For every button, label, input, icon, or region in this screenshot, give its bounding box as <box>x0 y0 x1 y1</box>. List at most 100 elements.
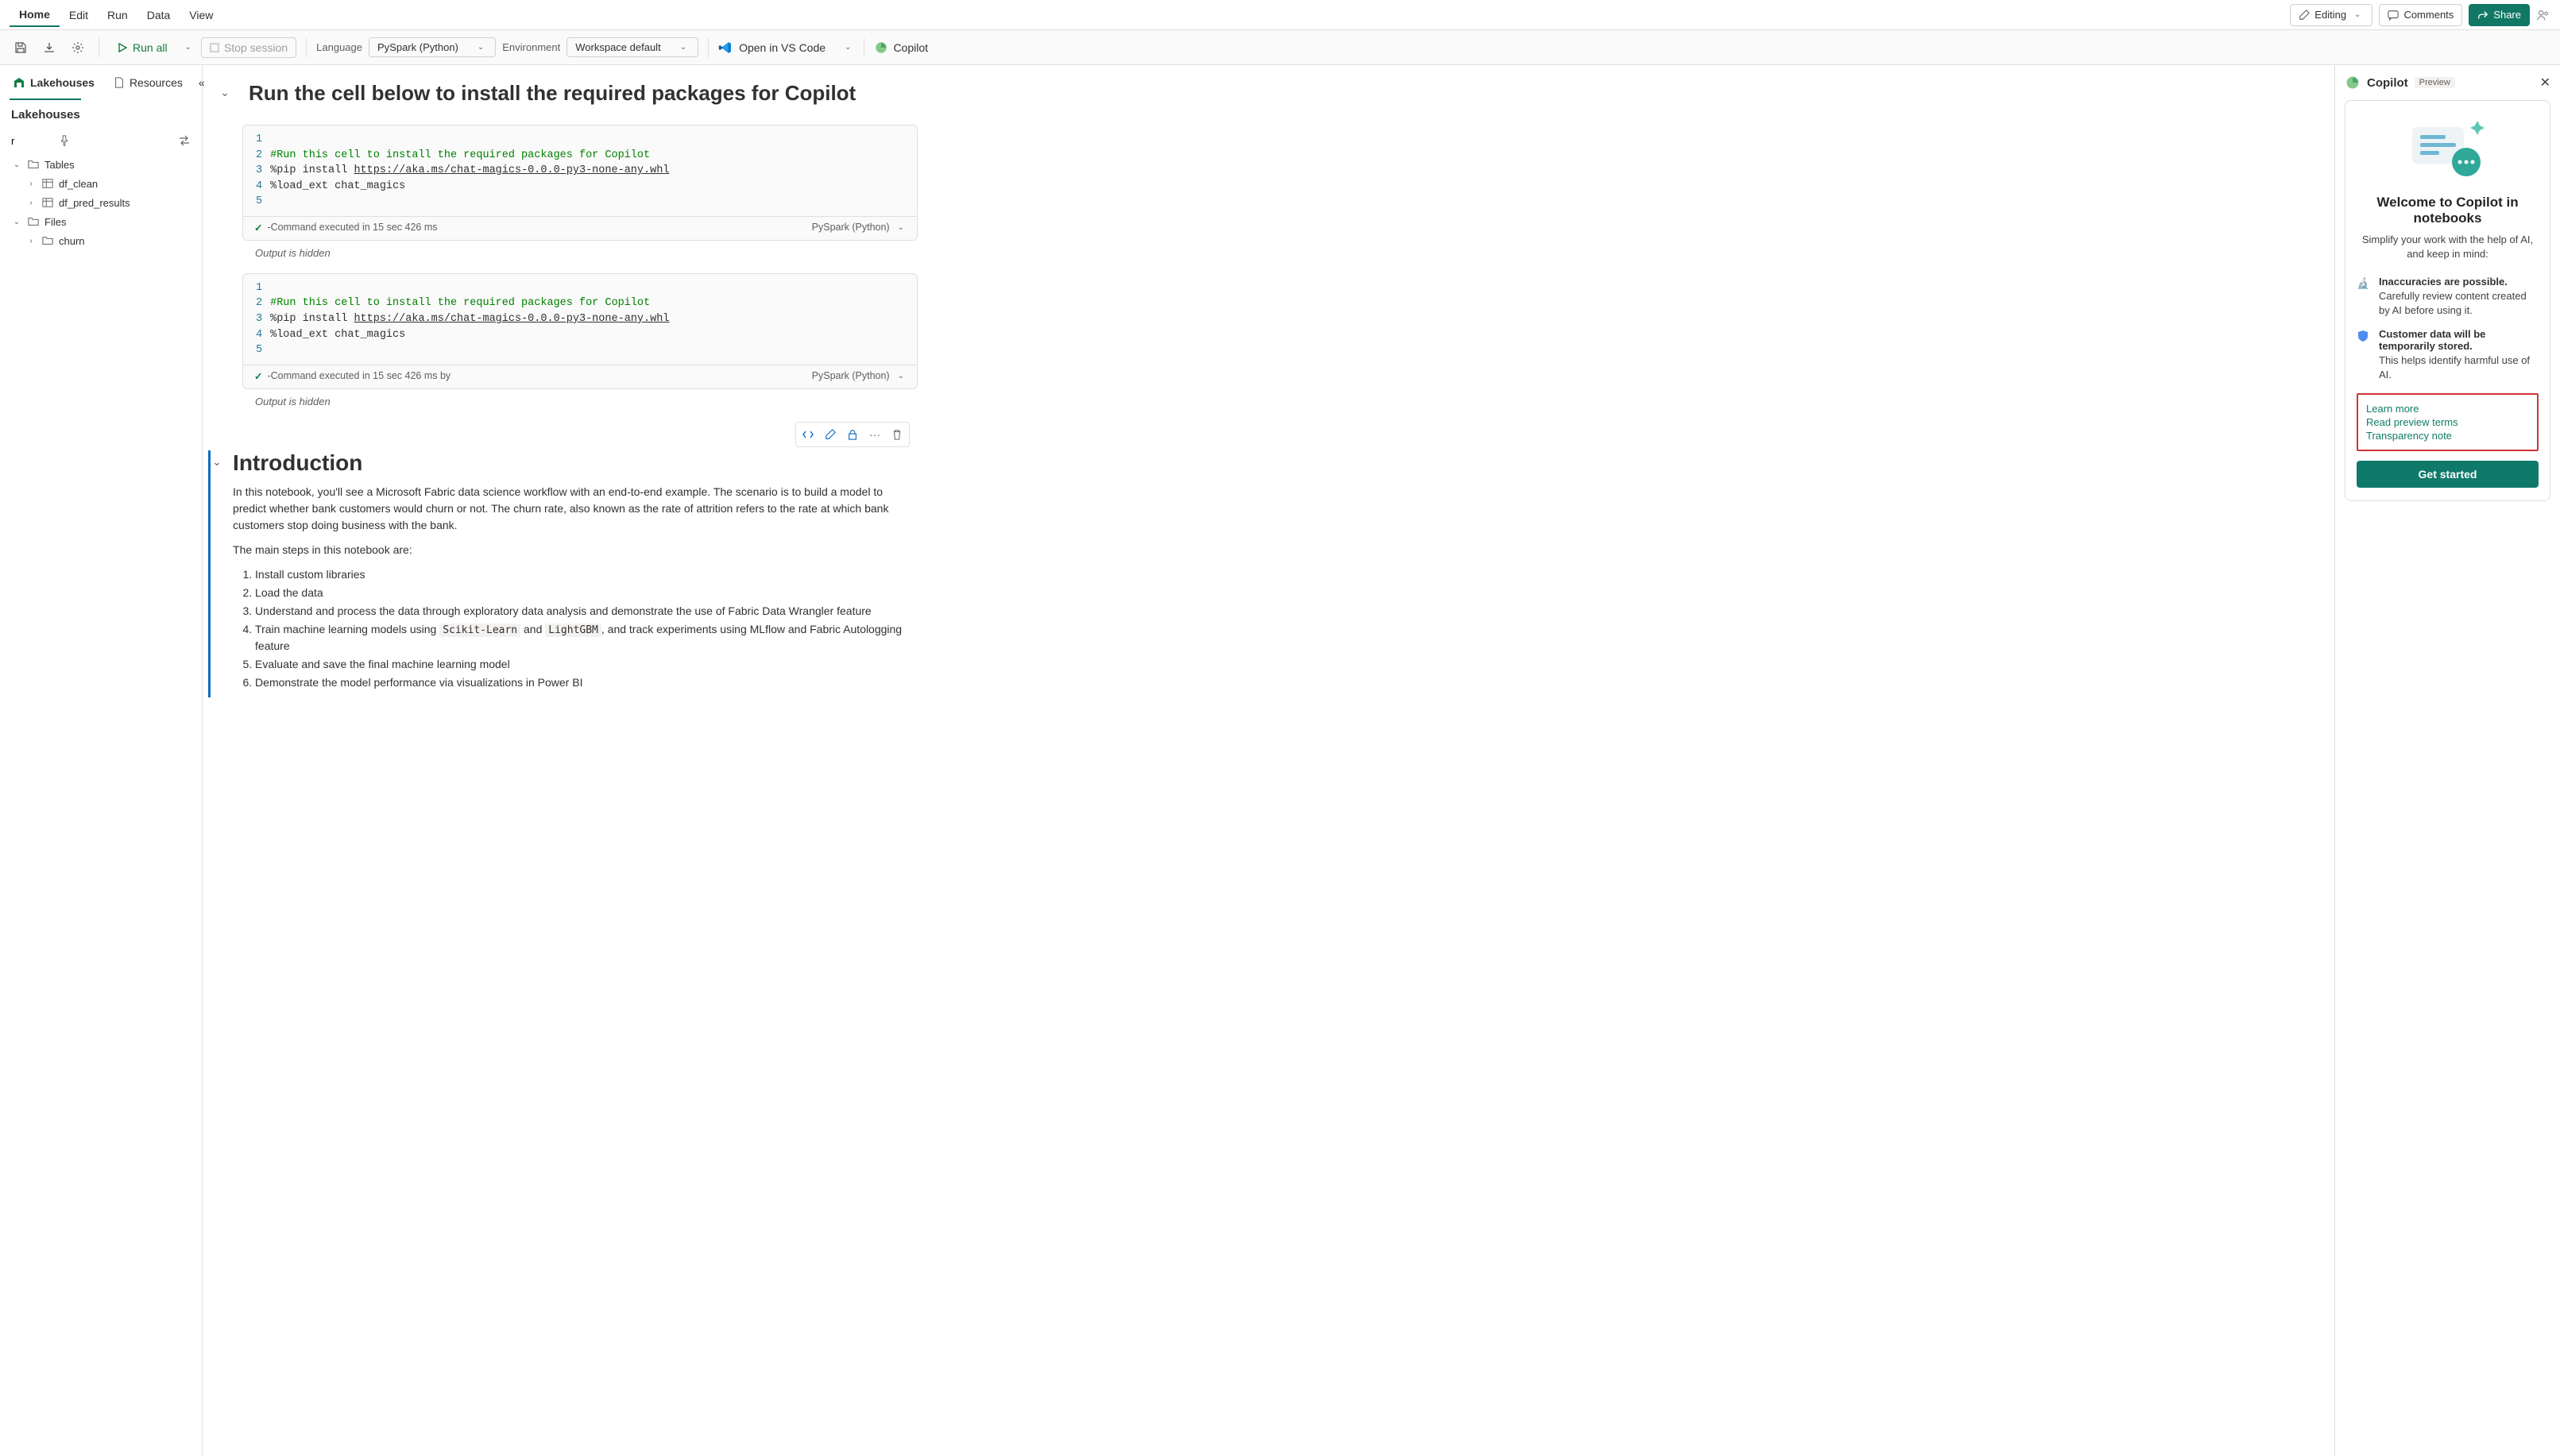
transparency-note-link[interactable]: Transparency note <box>2366 430 2529 442</box>
tree-churn[interactable]: › churn <box>6 231 195 250</box>
list-item: Demonstrate the model performance via vi… <box>255 674 918 691</box>
chevron-down-icon[interactable]: ⌄ <box>895 223 907 232</box>
folder-icon <box>27 158 40 171</box>
check-icon: ✓ <box>254 370 262 382</box>
copilot-welcome-title: Welcome to Copilot in notebooks <box>2357 195 2539 226</box>
expand-icon: ⌄ <box>11 218 22 226</box>
chevron-down-icon[interactable]: ⌄ <box>895 372 907 380</box>
delete-cell-button[interactable] <box>887 424 907 445</box>
copilot-illustration <box>2357 114 2539 185</box>
table-icon <box>41 177 54 190</box>
intro-paragraph: In this notebook, you'll see a Microsoft… <box>233 484 918 534</box>
comments-label: Comments <box>2403 9 2454 21</box>
language-value: PySpark (Python) <box>377 41 458 53</box>
sidebar-tab-resources[interactable]: Resources <box>110 71 186 94</box>
cell-language[interactable]: PySpark (Python) <box>812 222 890 233</box>
comments-button[interactable]: Comments <box>2379 4 2462 26</box>
get-started-button[interactable]: Get started <box>2357 461 2539 488</box>
list-item: Train machine learning models using Scik… <box>255 621 918 655</box>
warning-icon: 🔬 <box>2357 276 2371 317</box>
stop-session-button[interactable]: Stop session <box>201 37 296 58</box>
markdown-cell[interactable]: Introduction In this notebook, you'll se… <box>233 450 918 698</box>
item-body: Carefully review content created by AI b… <box>2379 290 2527 316</box>
check-icon: ✓ <box>254 222 262 234</box>
md-heading: Run the cell below to install the requir… <box>249 81 856 106</box>
download-button[interactable] <box>38 37 60 59</box>
tree-label: df_clean <box>59 178 98 190</box>
status-text: -Command executed in 15 sec 426 ms by <box>267 370 451 381</box>
learn-more-link[interactable]: Learn more <box>2366 403 2529 415</box>
code-content[interactable]: #Run this cell to install the required p… <box>270 132 669 210</box>
copilot-toolbar-button[interactable]: Copilot <box>874 41 928 55</box>
more-cell-button[interactable]: ··· <box>864 424 885 445</box>
line-gutter: 12345 <box>243 280 270 358</box>
open-vscode-button[interactable]: Open in VS Code ⌄ <box>718 41 854 55</box>
collapse-cell-button[interactable]: ⌄ <box>220 86 230 110</box>
language-label: Language <box>316 41 362 53</box>
editing-mode-button[interactable]: Editing ⌄ <box>2290 4 2372 26</box>
menu-edit[interactable]: Edit <box>60 4 98 26</box>
close-copilot-button[interactable]: ✕ <box>2540 75 2550 91</box>
play-icon <box>117 42 128 53</box>
share-button[interactable]: Share <box>2469 4 2530 26</box>
settings-button[interactable] <box>67 37 89 59</box>
code-cell[interactable]: 12345 #Run this cell to install the requ… <box>242 125 918 241</box>
sidebar-title: Lakehouses <box>0 100 202 129</box>
copilot-title: Copilot <box>2367 76 2408 90</box>
pin-icon[interactable] <box>59 135 70 146</box>
share-icon <box>2477 10 2488 21</box>
preview-terms-link[interactable]: Read preview terms <box>2366 416 2529 428</box>
code-cell[interactable]: 12345 #Run this cell to install the requ… <box>242 273 918 389</box>
environment-select[interactable]: Workspace default ⌄ <box>567 37 698 57</box>
share-label: Share <box>2493 9 2521 21</box>
edit-cell-button[interactable] <box>820 424 841 445</box>
language-select[interactable]: PySpark (Python) ⌄ <box>369 37 496 57</box>
presence-button[interactable] <box>2536 8 2550 22</box>
stop-label: Stop session <box>224 41 288 54</box>
expand-icon: › <box>25 237 37 245</box>
copilot-subtitle: Simplify your work with the help of AI, … <box>2357 233 2539 261</box>
list-item: Install custom libraries <box>255 566 918 583</box>
collapse-cell-button[interactable]: ⌄ <box>212 455 222 698</box>
menu-run[interactable]: Run <box>98 4 137 26</box>
lakehouse-icon <box>13 76 25 89</box>
tab-label: Lakehouses <box>30 76 95 89</box>
status-text: -Command executed in 15 sec 426 ms <box>267 222 437 233</box>
sidebar-filter-input[interactable] <box>11 135 51 147</box>
menu-view[interactable]: View <box>180 4 222 26</box>
intro-heading: Introduction <box>233 450 918 476</box>
vscode-label: Open in VS Code <box>739 41 826 54</box>
copilot-panel: Copilot Preview ✕ Welcome to Copilot in … <box>2334 65 2560 1456</box>
code-toggle-button[interactable] <box>798 424 818 445</box>
copilot-label: Copilot <box>893 41 928 54</box>
item-title: Customer data will be temporarily stored… <box>2379 328 2539 352</box>
item-body: This helps identify harmful use of AI. <box>2379 354 2530 380</box>
chevron-down-icon: ⌄ <box>474 43 487 52</box>
editing-label: Editing <box>2314 9 2346 21</box>
lock-cell-button[interactable] <box>842 424 863 445</box>
cell-language[interactable]: PySpark (Python) <box>812 370 890 381</box>
tree-tables[interactable]: ⌄ Tables <box>6 155 195 174</box>
output-hidden-label[interactable]: Output is hidden <box>255 247 918 259</box>
sidebar: Lakehouses Resources « Lakehouses ⌄ Tabl… <box>0 65 203 1456</box>
notebook-area[interactable]: ⌄ Run the cell below to install the requ… <box>203 65 2334 1456</box>
comment-icon <box>2388 10 2399 21</box>
code-content[interactable]: #Run this cell to install the required p… <box>270 280 669 358</box>
folder-icon <box>27 215 40 228</box>
chevron-down-icon: ⌄ <box>2351 10 2364 19</box>
folder-icon <box>41 234 54 247</box>
list-item: Evaluate and save the final machine lear… <box>255 656 918 673</box>
tree-label: df_pred_results <box>59 197 130 209</box>
output-hidden-label[interactable]: Output is hidden <box>255 396 918 407</box>
save-button[interactable] <box>10 37 32 59</box>
swap-icon[interactable] <box>178 134 191 147</box>
list-item: Understand and process the data through … <box>255 603 918 620</box>
menu-data[interactable]: Data <box>137 4 180 26</box>
sidebar-tab-lakehouses[interactable]: Lakehouses <box>10 71 98 94</box>
tree-files[interactable]: ⌄ Files <box>6 212 195 231</box>
run-dropdown[interactable]: ⌄ <box>182 43 195 52</box>
menu-home[interactable]: Home <box>10 3 60 27</box>
run-all-button[interactable]: Run all <box>109 38 176 57</box>
tree-df-clean[interactable]: › df_clean <box>6 174 195 193</box>
tree-df-pred[interactable]: › df_pred_results <box>6 193 195 212</box>
